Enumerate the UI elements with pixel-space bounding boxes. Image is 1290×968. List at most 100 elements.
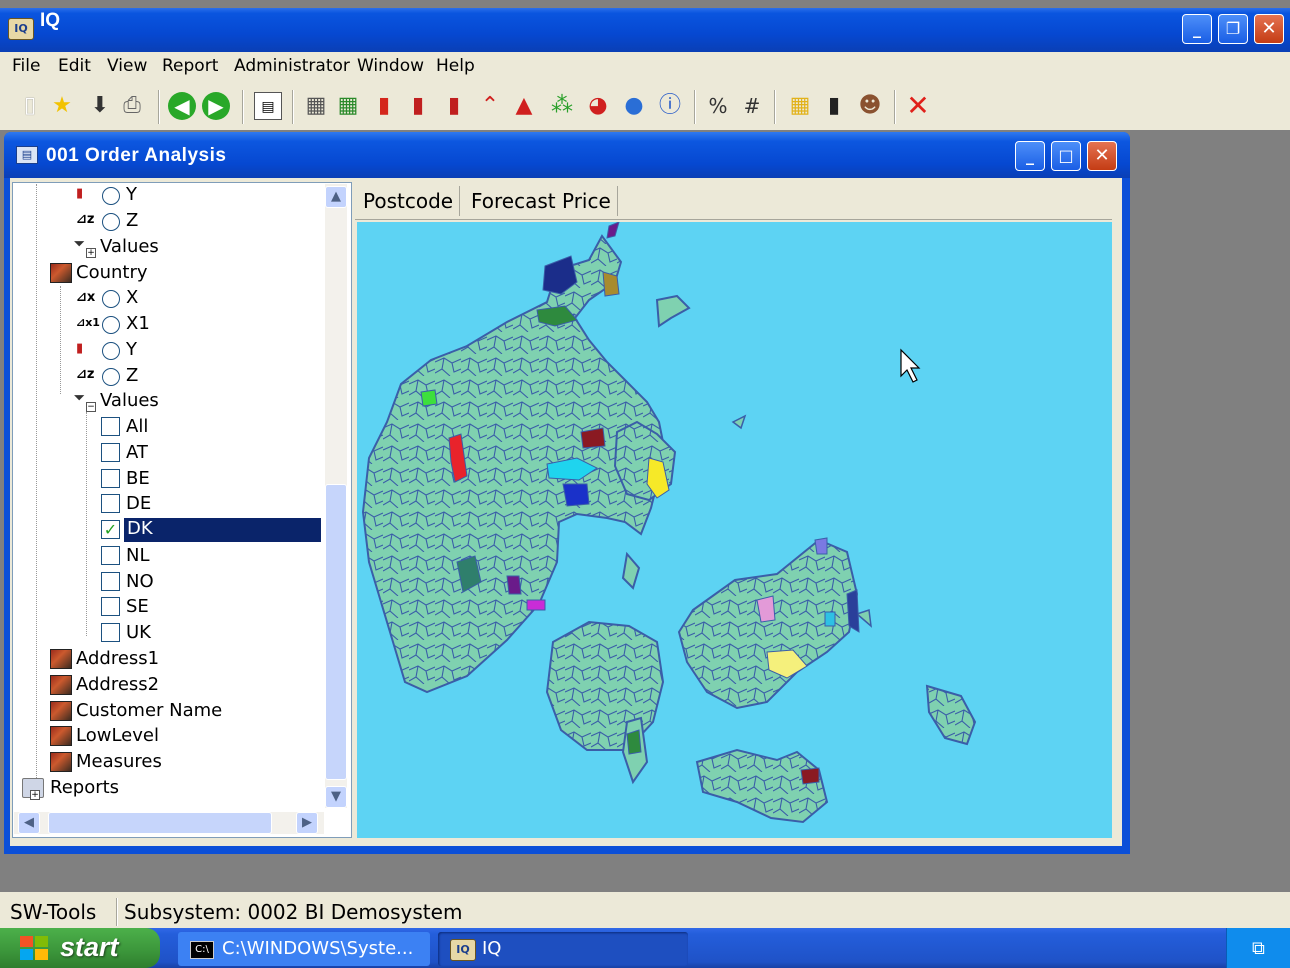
grid-color-icon[interactable]: ▦ bbox=[786, 92, 814, 120]
scroll-right-button[interactable]: ▶ bbox=[296, 812, 318, 834]
value-no[interactable]: NO bbox=[126, 571, 154, 595]
restore-button[interactable]: ❐ bbox=[1218, 14, 1248, 44]
favorite-icon[interactable]: ★ bbox=[48, 92, 76, 120]
h-scroll-thumb[interactable] bbox=[48, 812, 272, 834]
tree-item-values[interactable]: Values bbox=[100, 236, 159, 260]
tree-item-lowlevel[interactable]: LowLevel bbox=[76, 725, 159, 749]
tree-guide-line bbox=[60, 286, 61, 394]
forward-icon[interactable]: ▶ bbox=[202, 92, 230, 120]
bar-chart-icon[interactable]: ▮ bbox=[370, 92, 398, 120]
checkbox-de[interactable] bbox=[101, 494, 120, 513]
tree-item-measures[interactable]: Measures bbox=[76, 751, 162, 775]
minimize-button[interactable]: _ bbox=[1182, 14, 1212, 44]
value-uk[interactable]: UK bbox=[126, 622, 151, 646]
checkbox-nl[interactable] bbox=[101, 546, 120, 565]
table-add-icon[interactable]: ▦ bbox=[334, 92, 362, 120]
bar-chart2-icon[interactable]: ▮ bbox=[404, 92, 432, 120]
menu-window[interactable]: Window bbox=[357, 56, 424, 76]
taskbar-item-cmd[interactable]: C:\WINDOWS\Syste... bbox=[178, 932, 430, 966]
value-nl[interactable]: NL bbox=[126, 545, 150, 569]
tree-item-address1[interactable]: Address1 bbox=[76, 648, 159, 672]
bar-chart3-icon[interactable]: ▮ bbox=[440, 92, 468, 120]
pie-chart-icon[interactable]: ◕ bbox=[584, 92, 612, 120]
layout-icon[interactable]: ▤ bbox=[254, 92, 282, 120]
checkbox-all[interactable] bbox=[101, 417, 120, 436]
status-divider bbox=[116, 898, 118, 926]
checkbox-at[interactable] bbox=[101, 443, 120, 462]
tree-item-address2[interactable]: Address2 bbox=[76, 674, 159, 698]
child-close-button[interactable]: ✕ bbox=[1087, 141, 1117, 171]
percent-icon[interactable]: % bbox=[704, 92, 732, 120]
z-axis-icon: ⊿z bbox=[76, 367, 95, 382]
status-subsystem: Subsystem: 0002 BI Demosystem bbox=[124, 900, 463, 924]
menu-help[interactable]: Help bbox=[436, 56, 475, 76]
column-header-forecast-price[interactable]: Forecast Price bbox=[465, 186, 618, 216]
column-header-postcode[interactable]: Postcode bbox=[357, 186, 461, 216]
radio-x1[interactable] bbox=[102, 316, 120, 334]
toolbar-separator bbox=[774, 90, 776, 124]
users-icon[interactable]: ☻ bbox=[856, 92, 884, 120]
region-funen bbox=[545, 620, 665, 751]
checkbox-uk[interactable] bbox=[101, 623, 120, 642]
tree-item-reports[interactable]: Reports bbox=[50, 777, 119, 801]
menu-file[interactable]: File bbox=[12, 56, 40, 76]
tree-item-country[interactable]: Country bbox=[76, 262, 148, 286]
checkbox-be[interactable] bbox=[101, 469, 120, 488]
value-all[interactable]: All bbox=[126, 416, 148, 440]
checkbox-dk[interactable]: ✓ bbox=[101, 520, 120, 539]
menu-view[interactable]: View bbox=[107, 56, 147, 76]
child-minimize-button[interactable]: _ bbox=[1015, 141, 1045, 171]
line-chart-icon[interactable]: ⌃ bbox=[476, 92, 504, 120]
radio-z[interactable] bbox=[102, 213, 120, 231]
expand-icon[interactable]: + bbox=[30, 790, 40, 800]
value-at[interactable]: AT bbox=[126, 442, 148, 466]
tree-item-country-values[interactable]: Values bbox=[100, 390, 159, 414]
tree-item-x1[interactable]: X1 bbox=[126, 313, 150, 337]
new-icon[interactable]: ▯ bbox=[16, 92, 44, 120]
value-dk[interactable]: DK bbox=[123, 517, 322, 543]
area-chart-icon[interactable]: ▲ bbox=[510, 92, 538, 120]
menu-edit[interactable]: Edit bbox=[58, 56, 91, 76]
tree-item-country-y[interactable]: Y bbox=[126, 339, 137, 363]
radio-x[interactable] bbox=[102, 290, 120, 308]
info-icon[interactable]: ⓘ bbox=[656, 92, 684, 120]
tree-guide-line bbox=[36, 184, 37, 790]
scroll-left-button[interactable]: ◀ bbox=[18, 812, 40, 834]
start-label[interactable]: start bbox=[60, 932, 119, 963]
value-se[interactable]: SE bbox=[126, 596, 149, 620]
tree-item-x[interactable]: X bbox=[126, 287, 138, 311]
menu-report[interactable]: Report bbox=[162, 56, 218, 76]
globe-icon[interactable]: ● bbox=[620, 92, 648, 120]
checkbox-se[interactable] bbox=[101, 597, 120, 616]
scatter-chart-icon[interactable]: ⁂ bbox=[548, 92, 576, 120]
close-button[interactable]: ✕ bbox=[1254, 14, 1284, 44]
scroll-thumb[interactable] bbox=[325, 484, 347, 780]
collapse-icon[interactable]: − bbox=[86, 402, 96, 412]
print-icon[interactable]: ⎙ bbox=[118, 92, 146, 120]
tree-item-z[interactable]: Z bbox=[126, 210, 138, 234]
checkbox-no[interactable] bbox=[101, 572, 120, 591]
menu-administrator[interactable]: Administrator bbox=[234, 56, 350, 76]
radio-country-z[interactable] bbox=[102, 368, 120, 386]
table-icon[interactable]: ▦ bbox=[302, 92, 330, 120]
tree-item-customer-name[interactable]: Customer Name bbox=[76, 700, 222, 724]
value-be[interactable]: BE bbox=[126, 468, 150, 492]
radio-y[interactable] bbox=[102, 187, 120, 205]
delete-icon[interactable]: ✕ bbox=[904, 92, 932, 120]
expand-icon[interactable]: + bbox=[86, 248, 96, 258]
status-sw-tools: SW-Tools bbox=[10, 900, 97, 924]
network-icon[interactable]: ⧉ bbox=[1252, 938, 1272, 959]
map-svg[interactable] bbox=[357, 222, 1112, 838]
number-icon[interactable]: # bbox=[738, 92, 766, 120]
tree-item-country-z[interactable]: Z bbox=[126, 365, 138, 389]
value-de[interactable]: DE bbox=[126, 493, 151, 517]
tree-item-y[interactable]: Y bbox=[126, 184, 137, 208]
scroll-up-button[interactable]: ▲ bbox=[325, 186, 347, 208]
traffic-light-icon[interactable]: ▮ bbox=[820, 92, 848, 120]
scroll-down-button[interactable]: ▼ bbox=[325, 786, 347, 808]
back-icon[interactable]: ◀ bbox=[168, 92, 196, 120]
download-icon[interactable]: ⬇ bbox=[86, 92, 114, 120]
child-maximize-button[interactable]: □ bbox=[1051, 141, 1081, 171]
denmark-map[interactable] bbox=[357, 222, 1112, 838]
radio-country-y[interactable] bbox=[102, 342, 120, 360]
